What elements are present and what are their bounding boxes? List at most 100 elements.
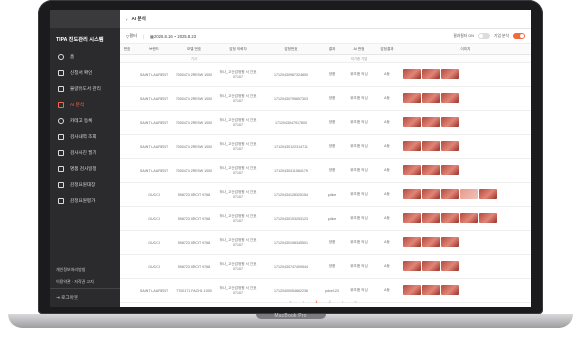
photo-thumbnail[interactable] [479,188,497,199]
sidebar-item[interactable]: 검사사진 필기 [50,145,120,161]
photo-thumbnail[interactable] [460,212,478,223]
column-header[interactable]: 결과 [320,44,344,55]
table-row[interactable]: SAINT LAURENT 7000474 2RE0W 1000 하나_고산감정원 … [120,158,531,183]
table-row[interactable]: GUCCI 598723 0RCIT 9768 하나_고산감정원 서 간호 0710… [120,230,531,255]
table-row[interactable]: GUCCI 598723 0RCIT 9768 하나_고산감정원 서 간호 0710… [120,182,531,207]
cell-checkbox[interactable] [120,182,134,207]
photo-thumbnail[interactable] [441,140,459,151]
photo-thumbnail[interactable] [441,68,459,79]
photo-thumbnail[interactable] [441,212,459,223]
results-table: 번호 브랜드 모델 번호 감정 의뢰자 감정번호 결과 AI 판정 감정결과 이미지 기사 의기증… [120,44,531,303]
cell-checkbox[interactable] [120,158,134,183]
photo-thumbnail[interactable] [422,212,440,223]
table-row[interactable]: GUCCI 598723 0RCIT 9768 하나_고산감정원 서 간호 0710… [120,206,531,231]
cell-checkbox[interactable] [120,254,134,279]
sidebar-item[interactable]: 검사내역 조회 [50,129,120,145]
terms-link[interactable]: 이용약관 · 저작권 고지 [50,276,120,288]
column-header[interactable]: 이미지 [400,44,531,55]
sidebar-item[interactable]: 홈 [50,49,120,65]
photo-thumbnail[interactable] [403,236,421,247]
privacy-link[interactable]: 개인정보처리방침 [50,264,120,276]
photo-thumbnail[interactable] [441,284,459,295]
photo-thumbnail[interactable] [403,188,421,199]
column-header[interactable]: 감정번호 [262,44,320,55]
toggle1-switch[interactable] [477,33,490,39]
column-header[interactable]: 감정 의뢰자 [214,44,262,55]
photo-thumbnail[interactable] [422,284,440,295]
photo-thumbnail[interactable] [479,212,497,223]
filter-cell[interactable] [320,54,344,63]
cell-model: 7000474 2RE0W 1000 [174,86,214,111]
filter-button[interactable]: 필터 [129,33,137,39]
sidebar-item-label: AI 분석 [70,102,85,107]
cell-checkbox[interactable] [120,62,134,87]
photo-thumbnail[interactable] [422,164,440,175]
photo-thumbnail[interactable] [441,188,459,199]
photo-thumbnail[interactable] [422,236,440,247]
prev-page-button[interactable]: ‹ [303,299,309,304]
column-header[interactable]: 감정결과 [374,44,400,55]
cell-brand: SAINT LAURENT [134,134,174,159]
photo-thumbnail[interactable] [422,188,440,199]
cell-checkbox[interactable] [120,230,134,255]
sidebar-item[interactable]: AI 분석 [50,97,120,113]
photo-thumbnail[interactable] [403,68,421,79]
column-header[interactable]: 번호 [120,44,134,55]
photo-thumbnail[interactable] [441,164,459,175]
last-page-button[interactable]: » [354,299,361,304]
table-row[interactable]: SAINT LAURENT 7000474 2RE0W 1000 하나_고산감정원 … [120,62,531,87]
table-row[interactable]: SAINT LAURENT 7000474 2RE0W 1000 하나_고산감정원 … [120,110,531,135]
photo-thumbnail[interactable] [422,140,440,151]
cell-checkbox[interactable] [120,110,134,135]
filter-cell[interactable] [120,54,134,63]
filter-bar: ▽ 필터 | ▦ 2025.8.16 ~ 2025.8.23 결과필터 ON 기… [120,29,531,44]
cell-checkbox[interactable] [120,206,134,231]
photo-thumbnail[interactable] [403,212,421,223]
filter-cell[interactable] [374,54,400,63]
sidebar-item[interactable]: 카테고 등록 [50,113,120,129]
first-page-button[interactable]: « [289,299,296,304]
column-header[interactable]: 브랜드 [134,44,174,55]
photo-thumbnail[interactable] [422,68,440,79]
table-row[interactable]: SAINT LAURENT 7000474 2RE0W 1000 하나_고산감정원 … [120,86,531,111]
sidebar-item[interactable]: 감정요원대장 [50,177,120,193]
back-arrow-icon[interactable]: ‹ [126,17,128,22]
next-page-button[interactable]: › [342,299,348,304]
photo-thumbnail[interactable] [403,284,421,295]
filter-cell[interactable] [400,54,531,63]
filter-cell[interactable] [214,54,262,63]
sidebar-item-label: 홈 [70,54,75,59]
photo-thumbnail[interactable] [403,164,421,175]
photo-thumbnail[interactable] [441,260,459,271]
photo-thumbnail[interactable] [422,116,440,127]
photo-thumbnail[interactable] [403,116,421,127]
sidebar-item[interactable]: 신청서 확인 [50,65,120,81]
filter-cell[interactable] [262,54,320,63]
table-row[interactable]: GUCCI 598723 0RCIT 9768 하나_고산감정원 서 간호 0710… [120,254,531,279]
sidebar-item[interactable]: 명품 검사일정 [50,161,120,177]
date-range[interactable]: 2025.8.16 ~ 2025.8.23 [154,34,196,39]
page-2-button[interactable]: 2 [329,299,336,304]
filter-cell[interactable]: 의기증 기업 [344,54,374,63]
page-1-button[interactable]: 1 [315,299,322,304]
photo-thumbnail[interactable] [441,236,459,247]
cell-checkbox[interactable] [120,86,134,111]
column-header[interactable]: 모델 번호 [174,44,214,55]
sidebar-item[interactable]: 불량유도서 관리 [50,81,120,97]
sidebar-item[interactable]: 감정요원평가 [50,193,120,209]
photo-thumbnail[interactable] [441,92,459,103]
photo-thumbnail[interactable] [403,260,421,271]
photo-thumbnail[interactable] [460,188,478,199]
photo-thumbnail[interactable] [422,260,440,271]
table-row[interactable]: SAINT LAURENT 7000474 2RE0W 1000 하나_고산감정원 … [120,134,531,159]
toggle2-switch[interactable] [513,33,525,39]
cell-checkbox[interactable] [120,134,134,159]
photo-thumbnail[interactable] [403,92,421,103]
photo-thumbnail[interactable] [403,140,421,151]
filter-cell[interactable] [134,54,174,63]
logout-button[interactable]: ⇥ 로그아웃 [50,288,120,307]
photo-thumbnail[interactable] [441,116,459,127]
photo-thumbnail[interactable] [422,92,440,103]
column-header[interactable]: AI 판정 [344,44,374,55]
filter-cell[interactable]: 기사 [174,54,214,63]
